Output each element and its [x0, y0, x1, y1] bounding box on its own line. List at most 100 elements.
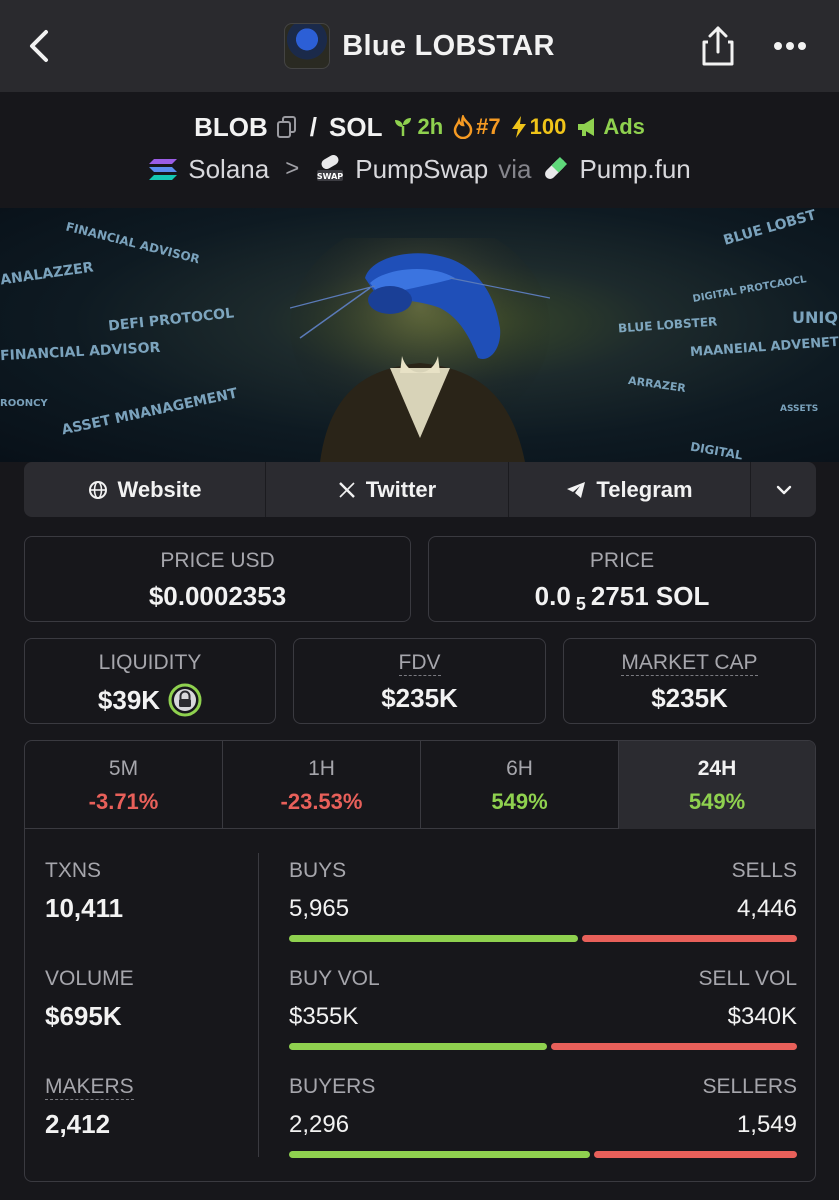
megaphone-icon	[578, 118, 595, 136]
token-banner-image: FINANCIAL ADVISOR ANALAZZER DEFI PROTOCO…	[0, 208, 839, 462]
sells-label: SELLS	[731, 859, 797, 882]
price-usd-value: $0.0002353	[148, 581, 287, 611]
price-native-label: PRICE	[589, 549, 655, 572]
website-link-button[interactable]: Website	[24, 462, 266, 517]
price-usd-card: PRICE USD $0.0002353	[24, 536, 411, 622]
sellers-label: SELLERS	[702, 1075, 797, 1098]
tab-label: 5M	[108, 757, 139, 780]
buy-volume-label: BUY VOL	[289, 967, 380, 990]
copy-icon[interactable]	[276, 115, 298, 139]
base-symbol: BLOB	[194, 111, 268, 142]
makers-label[interactable]: MAKERS	[45, 1075, 134, 1100]
buys-value: 5,965	[289, 895, 350, 922]
telegram-link-button[interactable]: Telegram	[509, 462, 751, 517]
tab-1h[interactable]: 1H -23.53%	[223, 741, 421, 829]
chevron-down-icon	[776, 485, 791, 494]
txns-stat: TXNS 10,411	[45, 859, 123, 924]
pair-line: BLOB / SOL 2h #7 100 Ads	[0, 110, 839, 144]
tab-6h[interactable]: 6H 549%	[421, 741, 619, 829]
banner-text: ASSET MNANAGEMENT	[60, 385, 239, 439]
volume-ratio-bar	[289, 1043, 797, 1050]
chain-route: Solana > SWAP PumpSwap via Pump.fun	[0, 152, 839, 186]
tab-24h[interactable]: 24H 549%	[619, 741, 815, 829]
banner-text: DEFI PROTOCOL	[107, 305, 235, 335]
globe-icon	[88, 480, 107, 499]
volume-stat: VOLUME $695K	[45, 967, 134, 1032]
tab-label: 1H	[308, 757, 335, 780]
age-badge: 2h	[392, 114, 443, 140]
more-options-icon[interactable]	[772, 40, 808, 52]
sells-value: 4,446	[736, 895, 797, 922]
buys-sells-ratio-bar	[289, 935, 797, 942]
buys-sells-row: BUYS SELLS 5,965 4,446	[289, 859, 797, 942]
fdv-value: $235K	[381, 683, 458, 713]
volume-value: $695K	[45, 1001, 122, 1031]
dex-name[interactable]: PumpSwap	[355, 154, 488, 185]
pumpswap-icon: SWAP	[317, 155, 344, 181]
launchpad-name[interactable]: Pump.fun	[579, 154, 690, 185]
boost-badge[interactable]: 100	[511, 114, 566, 140]
age-text: 2h	[417, 114, 444, 139]
swap-tag-text: SWAP	[317, 172, 343, 181]
tab-label: 24H	[697, 757, 737, 780]
telegram-link-label: Telegram	[596, 476, 693, 502]
liquidity-label: LIQUIDITY	[98, 651, 202, 674]
sell-volume-value: $340K	[727, 1003, 797, 1030]
timeframe-tabs: 5M -3.71% 1H -23.53% 6H 549% 24H 549%	[25, 741, 815, 829]
fdv-label[interactable]: FDV	[398, 651, 441, 676]
pill-icon	[545, 156, 568, 179]
trade-stats-panel: 5M -3.71% 1H -23.53% 6H 549% 24H 549% TX…	[24, 740, 816, 1182]
price-usd-label: PRICE USD	[160, 549, 275, 572]
makers-stat: MAKERS 2,412	[45, 1075, 134, 1140]
banner-text: DIGITAL PROTCAOCL	[691, 274, 808, 305]
banner-text: BLUE LOBST	[721, 208, 818, 249]
market-cap-card: MARKET CAP $235K	[563, 638, 816, 724]
sell-volume-share-bar	[551, 1043, 797, 1050]
txns-label: TXNS	[45, 859, 102, 882]
social-links-bar: Website Twitter Telegram	[24, 462, 816, 517]
banner-text: ARRAZER	[627, 374, 687, 395]
price-native-suffix: 2751 SOL	[590, 581, 710, 611]
via-text: via	[498, 153, 532, 184]
chevron-right-icon: >	[285, 155, 300, 182]
buyers-ratio-bar	[289, 1151, 797, 1158]
buyers-label: BUYERS	[289, 1075, 376, 1098]
ads-text: Ads	[603, 114, 645, 139]
chain-name[interactable]: Solana	[188, 154, 269, 185]
price-native-prefix: 0.0	[534, 581, 571, 611]
token-avatar	[284, 23, 331, 69]
rank-text: #7	[476, 114, 501, 139]
market-cap-value: $235K	[651, 683, 728, 713]
buy-volume-value: $355K	[289, 1003, 359, 1030]
tab-change: 549%	[688, 789, 746, 814]
x-logo-icon	[338, 481, 355, 498]
banner-text: ANALAZZER	[0, 259, 95, 289]
locked-liquidity-icon[interactable]	[168, 683, 202, 717]
top-nav-bar: Blue LOBSTAR	[0, 0, 839, 92]
tab-change: -23.53%	[280, 789, 363, 814]
trending-rank-badge[interactable]: #7	[453, 114, 501, 140]
pair-separator: /	[309, 111, 317, 142]
market-cap-label[interactable]: MARKET CAP	[621, 651, 758, 676]
solana-icon	[149, 159, 178, 180]
banner-text: ASSETS	[780, 404, 819, 414]
buys-label: BUYS	[289, 859, 347, 882]
telegram-icon	[567, 481, 586, 498]
volume-label: VOLUME	[45, 967, 134, 990]
banner-text: BLUE LOBSTER	[617, 314, 718, 336]
tab-change: -3.71%	[88, 789, 159, 814]
fdv-card: FDV $235K	[293, 638, 546, 724]
banner-text: FINANCIAL ADVISOR	[64, 219, 202, 267]
buyers-sellers-row: BUYERS SELLERS 2,296 1,549	[289, 1075, 797, 1158]
sell-volume-label: SELL VOL	[698, 967, 797, 990]
ads-badge[interactable]: Ads	[576, 114, 645, 140]
share-icon[interactable]	[700, 24, 736, 68]
sellers-share-bar	[594, 1151, 797, 1158]
buy-volume-share-bar	[289, 1043, 547, 1050]
twitter-link-button[interactable]: Twitter	[266, 462, 509, 517]
lobster-figure-illustration	[290, 238, 550, 462]
buy-sell-volume-row: BUY VOL SELL VOL $355K $340K	[289, 967, 797, 1050]
tab-5m[interactable]: 5M -3.71%	[25, 741, 223, 829]
banner-text: DIGITAL	[689, 439, 744, 462]
more-links-dropdown[interactable]	[751, 462, 816, 517]
